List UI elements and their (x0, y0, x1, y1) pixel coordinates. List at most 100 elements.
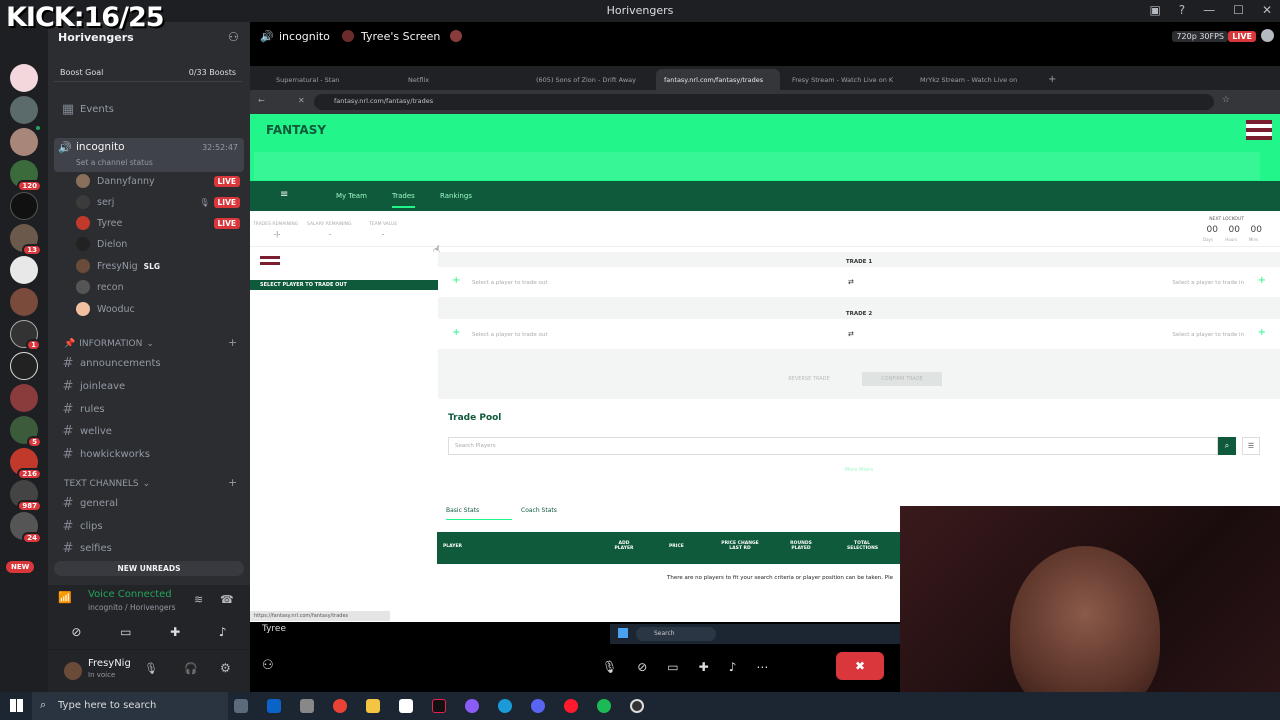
chat-icon[interactable] (1261, 29, 1274, 42)
file-explorer-icon[interactable] (366, 699, 380, 713)
channel-item[interactable]: # selfies (48, 538, 250, 558)
microphone-icon[interactable]: 🎙 (144, 662, 158, 675)
server-icon[interactable]: 5 (10, 416, 42, 448)
camera-icon[interactable]: ⊘ (637, 660, 647, 674)
col-player[interactable]: PLAYER (443, 544, 462, 549)
nav-rankings[interactable]: Rankings (440, 192, 472, 200)
microphone-icon[interactable]: 🎙 (602, 660, 617, 674)
nav-my-team[interactable]: My Team (336, 192, 367, 200)
browser-tab[interactable]: MrYkz Stream - Watch Live on (912, 69, 1036, 90)
noise-suppression-icon[interactable]: ≋ (194, 593, 203, 606)
edge-icon[interactable] (498, 699, 512, 713)
reverse-trade-button[interactable]: REVERSE TRADE (770, 372, 848, 386)
inbox-icon[interactable]: ▣ (1149, 3, 1160, 17)
disconnect-icon[interactable]: ☎ (220, 593, 234, 606)
trade-in-slot[interactable]: Select a player to trade in (1172, 332, 1244, 338)
server-icon[interactable] (10, 288, 38, 316)
browser-tab[interactable]: Supernatural - Stan (268, 69, 396, 90)
server-icon[interactable] (10, 192, 38, 220)
server-icon[interactable] (10, 256, 38, 284)
plus-icon[interactable]: + (452, 275, 460, 286)
headphones-icon[interactable]: 🎧 (184, 662, 198, 675)
plus-icon[interactable]: + (452, 327, 460, 338)
app-icon[interactable] (465, 699, 479, 713)
server-icon[interactable]: 13 (10, 224, 42, 256)
channel-status[interactable]: Set a channel status (76, 158, 153, 167)
channel-item[interactable]: # announcements (48, 353, 250, 373)
app-icon[interactable] (300, 699, 314, 713)
voice-user[interactable]: Wooduc (76, 299, 246, 319)
trade-out-slot[interactable]: Select a player to trade out (472, 280, 548, 286)
server-icon[interactable] (10, 64, 38, 92)
close-button[interactable]: ✕ (1262, 3, 1272, 17)
soundboard-icon[interactable]: ♪ (219, 625, 227, 639)
server-icon[interactable] (10, 96, 38, 124)
channel-item[interactable]: # welive (48, 421, 250, 441)
new-servers-badge[interactable]: NEW (6, 561, 35, 573)
new-tab-button[interactable]: + (1040, 69, 1060, 90)
plus-icon[interactable]: + (1258, 275, 1266, 286)
activities-icon[interactable]: ✚ (699, 660, 709, 674)
category-text-channels[interactable]: TEXT CHANNELS ⌄ (64, 479, 150, 489)
soundboard-icon[interactable]: ♪ (729, 660, 737, 674)
voice-user[interactable]: Dielon (76, 234, 246, 254)
voice-user[interactable]: recon (76, 277, 246, 297)
trade-in-slot[interactable]: Select a player to trade in (1172, 280, 1244, 286)
server-icon[interactable]: 1 (10, 320, 41, 351)
help-icon[interactable]: ? (1179, 3, 1185, 17)
server-icon[interactable] (10, 124, 42, 156)
col-price[interactable]: PRICE (669, 544, 684, 549)
leave-call-button[interactable]: ✖ (836, 652, 884, 680)
avatar[interactable] (64, 662, 82, 680)
discord-icon[interactable] (531, 699, 545, 713)
add-channel-icon[interactable]: + (228, 336, 237, 349)
new-unreads-pill[interactable]: NEW UNREADS (54, 561, 244, 576)
voice-user[interactable]: serj 🎙 LIVE (76, 192, 246, 212)
more-icon[interactable]: ⋯ (756, 660, 768, 674)
invite-icon[interactable]: ⚇ (262, 658, 274, 673)
tiktok-icon[interactable] (432, 699, 446, 713)
events-item[interactable]: ▦ Events (48, 99, 250, 119)
confirm-trade-button[interactable]: CONFIRM TRADE (862, 372, 942, 386)
trade-out-slot[interactable]: Select a player to trade out (472, 332, 548, 338)
nav-trades[interactable]: Trades (392, 192, 415, 208)
stop-icon[interactable]: ✕ (298, 96, 305, 105)
activities-icon[interactable]: ✚ (170, 625, 180, 639)
browser-tab-active[interactable]: fantasy.nrl.com/fantasy/trades (656, 69, 780, 90)
camera-off-icon[interactable]: ⊘ (71, 625, 81, 639)
screen-share-icon[interactable]: ▭ (120, 625, 131, 639)
opera-icon[interactable] (564, 699, 578, 713)
outlook-icon[interactable] (267, 699, 281, 713)
more-filters-link[interactable]: More filters (438, 467, 1280, 473)
category-information[interactable]: 📌 INFORMATION ⌄ (64, 339, 154, 349)
channel-item[interactable]: # clips (48, 516, 250, 536)
server-icon[interactable] (10, 352, 38, 380)
obs-icon[interactable] (630, 699, 644, 713)
col-price-change[interactable]: PRICE CHANGE LAST RD (721, 541, 759, 551)
taskbar-search[interactable]: ⌕ Type here to search (32, 692, 228, 720)
add-channel-icon[interactable]: + (228, 476, 237, 489)
search-icon[interactable]: ⌕ (1218, 437, 1236, 455)
channel-item[interactable]: # joinleave (48, 376, 250, 396)
server-icon[interactable]: 120 (10, 160, 42, 192)
browser-tab[interactable]: (605) Sons of Zion - Drift Away (528, 69, 652, 90)
task-view-icon[interactable] (234, 699, 248, 713)
chrome-icon[interactable] (333, 699, 347, 713)
server-icon[interactable]: 216 (10, 448, 42, 480)
channel-item[interactable]: # general (48, 493, 250, 513)
voice-location[interactable]: incognito / Horivengers (88, 603, 176, 612)
channel-item[interactable]: # rules (48, 399, 250, 419)
server-icon[interactable]: 987 (10, 480, 42, 512)
boost-goal[interactable]: Boost Goal 0/33 Boosts (54, 64, 242, 82)
start-icon[interactable] (10, 699, 23, 712)
browser-tab[interactable]: Netflix (400, 69, 524, 90)
url-field[interactable]: fantasy.nrl.com/fantasy/trades (314, 94, 1214, 110)
spotify-icon[interactable] (597, 699, 611, 713)
bookmark-star-icon[interactable]: ☆ (1222, 95, 1230, 105)
col-total-selections[interactable]: TOTAL SELECTIONS (847, 541, 878, 551)
col-rounds-played[interactable]: ROUNDS PLAYED (787, 541, 815, 551)
voice-channel-incognito[interactable]: 🔊 incognito 32:52:47 Set a channel statu… (54, 138, 244, 172)
back-icon[interactable]: ← (258, 96, 265, 105)
plus-icon[interactable]: + (1258, 327, 1266, 338)
filter-icon[interactable]: ☰ (1242, 437, 1260, 455)
